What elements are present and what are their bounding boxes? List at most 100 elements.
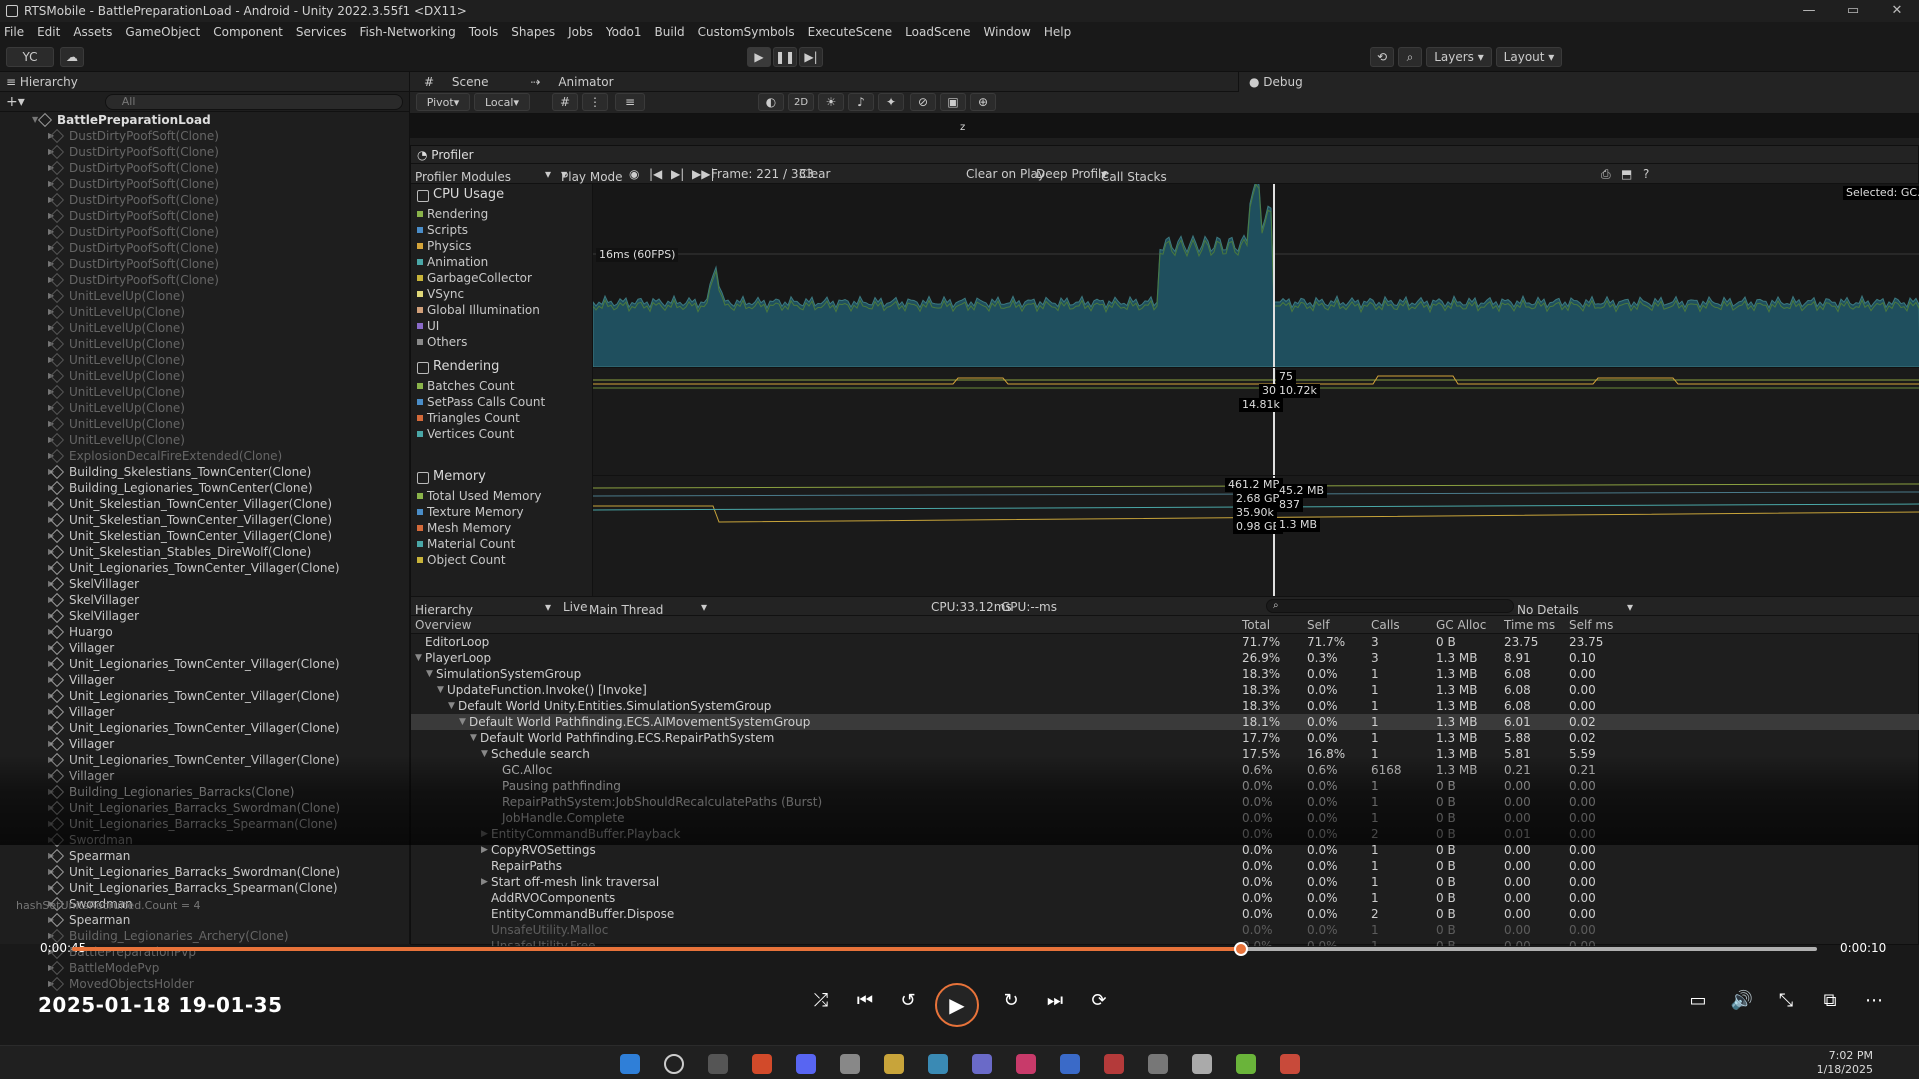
module-series-item[interactable]: Texture Memory bbox=[411, 504, 592, 520]
gizmos-icon[interactable]: ⊕ bbox=[970, 93, 996, 111]
hierarchy-item[interactable]: ▶ UnitLevelUp(Clone) bbox=[0, 304, 409, 320]
task-view-icon[interactable] bbox=[708, 1054, 728, 1074]
sample-row[interactable]: EntityCommandBuffer.Dispose 0.0% 0.0% 2 0 B 0… bbox=[411, 906, 1919, 922]
captions-icon[interactable]: ▭ bbox=[1683, 990, 1713, 1011]
hierarchy-item[interactable]: ▶Unit_Legionaries_TownCenter_Villager(Cl… bbox=[0, 656, 409, 672]
app-icon-7[interactable] bbox=[1236, 1054, 1256, 1074]
sample-row[interactable]: UnsafeUtility.Free 0.0% 0.0% 1 0 B 0.00 0.00 bbox=[411, 938, 1919, 946]
hierarchy-item[interactable]: ▶ Building_Skelestians_TownCenter(Clone) bbox=[0, 464, 409, 480]
sample-row[interactable]: ▼ Default World Unity.Entities.Simulation… bbox=[411, 698, 1919, 714]
hierarchy-item[interactable]: ▶ Building_Legionaries_TownCenter(Clone) bbox=[0, 480, 409, 496]
module-series-item[interactable]: Animation bbox=[411, 254, 592, 270]
module-series-item[interactable]: Mesh Memory bbox=[411, 520, 592, 536]
col-total[interactable]: Total bbox=[1242, 618, 1270, 632]
pause-button[interactable]: ❚❚ bbox=[773, 47, 797, 67]
profiler-tab[interactable]: ◔ Profiler bbox=[411, 146, 1918, 164]
hierarchy-item[interactable]: ▶Unit_Legionaries_TownCenter_Villager(Cl… bbox=[0, 720, 409, 736]
thread-chevron-icon[interactable]: ▾ bbox=[701, 600, 707, 614]
row-expand-icon[interactable]: ▶ bbox=[481, 874, 488, 890]
hierarchy-item[interactable]: ▶Villager bbox=[0, 736, 409, 752]
hierarchy-item[interactable]: ▶ Unit_Skelestian_TownCenter_Villager(Clo… bbox=[0, 496, 409, 512]
row-expand-icon[interactable]: ▼ bbox=[426, 666, 433, 682]
module-rendering[interactable]: Rendering bbox=[411, 356, 592, 378]
camera-icon[interactable]: ▣ bbox=[940, 93, 966, 111]
start-icon[interactable] bbox=[620, 1054, 640, 1074]
module-series-item[interactable]: Others bbox=[411, 334, 592, 350]
module-series-item[interactable]: Global Illumination bbox=[411, 302, 592, 318]
minimize-button[interactable]: — bbox=[1787, 0, 1831, 22]
hierarchy-search-input[interactable]: All bbox=[104, 93, 403, 110]
module-series-item[interactable]: Total Used Memory bbox=[411, 488, 592, 504]
app-icon-5[interactable] bbox=[1104, 1054, 1124, 1074]
maximize-button[interactable]: ▭ bbox=[1831, 0, 1875, 22]
hierarchy-item[interactable]: ▶ DustDirtyPoofSoft(Clone) bbox=[0, 224, 409, 240]
2d-toggle[interactable]: 2D bbox=[788, 93, 814, 111]
rendering-chart[interactable]: 75 30 10.72k 14.81k bbox=[593, 367, 1919, 476]
module-series-item[interactable]: Object Count bbox=[411, 552, 592, 568]
app-icon-1[interactable] bbox=[884, 1054, 904, 1074]
module-series-item[interactable]: Material Count bbox=[411, 536, 592, 552]
local-dropdown[interactable]: Local ▾ bbox=[474, 93, 530, 111]
more-options-icon[interactable]: ⋯ bbox=[1859, 990, 1889, 1011]
snap-icon[interactable]: ⋮ bbox=[582, 93, 608, 111]
menu-customsymbols[interactable]: CustomSymbols bbox=[698, 25, 795, 39]
view-chevron-icon[interactable]: ▾ bbox=[545, 600, 551, 614]
account-button[interactable]: YC bbox=[6, 47, 54, 67]
discord-icon[interactable] bbox=[796, 1054, 816, 1074]
menu-services[interactable]: Services bbox=[296, 25, 347, 39]
hierarchy-item[interactable]: ▶Unit_Legionaries_Barracks_Swordman(Clon… bbox=[0, 864, 409, 880]
sample-row[interactable]: ▼ PlayerLoop 26.9% 0.3% 3 1.3 MB 8.91 0.10 bbox=[411, 650, 1919, 666]
menu-build[interactable]: Build bbox=[655, 25, 685, 39]
module-cpu-usage[interactable]: CPU Usage bbox=[411, 184, 592, 206]
shading-icon[interactable]: ◐ bbox=[758, 93, 784, 111]
volume-icon[interactable]: 🔊 bbox=[1727, 990, 1757, 1011]
taskbar-clock[interactable]: 7:02 PM 1/18/2025 bbox=[1817, 1049, 1873, 1077]
modules-chevron-icon[interactable]: ▾ bbox=[545, 167, 551, 181]
sample-row[interactable]: EditorLoop 71.7% 71.7% 3 0 B 23.75 23.75 bbox=[411, 634, 1919, 650]
play-button[interactable]: ▶ bbox=[747, 47, 771, 67]
layers-dropdown[interactable]: Layers ▾ bbox=[1426, 47, 1492, 67]
minimize-view-icon[interactable]: ⤡ bbox=[1771, 990, 1801, 1011]
memory-chart[interactable]: 461.2 MB 45.2 MB 2.68 GB 837 35.90k 0.98… bbox=[592, 475, 1919, 597]
hierarchy-item[interactable]: ▶Unit_Legionaries_TownCenter_Villager(Cl… bbox=[0, 560, 409, 576]
grid-icon[interactable]: # bbox=[552, 93, 578, 111]
hierarchy-item[interactable]: ▶ BattleModePvp bbox=[0, 960, 409, 976]
hierarchy-item[interactable]: ▶ DustDirtyPoofSoft(Clone) bbox=[0, 160, 409, 176]
clear-on-play-button[interactable]: Clear on Play bbox=[966, 167, 1045, 181]
hierarchy-item[interactable]: ▶Unit_Legionaries_TownCenter_Villager(Cl… bbox=[0, 688, 409, 704]
first-frame-icon[interactable]: |◀ bbox=[649, 167, 662, 181]
search-icon[interactable]: ⌕ bbox=[1398, 47, 1422, 67]
repeat-icon[interactable]: ⟳ bbox=[1084, 990, 1114, 1011]
hierarchy-item[interactable]: ▶ UnitLevelUp(Clone) bbox=[0, 416, 409, 432]
hierarchy-item[interactable]: ▶ DustDirtyPoofSoft(Clone) bbox=[0, 176, 409, 192]
tab-scene[interactable]: # Scene bbox=[410, 75, 516, 89]
menu-fish-networking[interactable]: Fish-Networking bbox=[360, 25, 456, 39]
menu-help[interactable]: Help bbox=[1044, 25, 1071, 39]
module-series-item[interactable]: Batches Count bbox=[411, 378, 592, 394]
hierarchy-tab[interactable]: ≡ Hierarchy bbox=[0, 72, 409, 92]
module-series-item[interactable]: Scripts bbox=[411, 222, 592, 238]
tab-animator[interactable]: ⇢ Animator bbox=[516, 75, 641, 89]
col-overview[interactable]: Overview bbox=[415, 618, 472, 632]
step-button[interactable]: ▶| bbox=[799, 47, 823, 67]
menu-edit[interactable]: Edit bbox=[37, 25, 60, 39]
call-stacks-dropdown[interactable]: Call Stacks ▾ bbox=[1101, 167, 1167, 184]
hierarchy-item[interactable]: ▶ UnitLevelUp(Clone) bbox=[0, 320, 409, 336]
settings-icon[interactable] bbox=[1148, 1054, 1168, 1074]
layout-dropdown[interactable]: Layout ▾ bbox=[1496, 47, 1562, 67]
effects-icon[interactable]: ✦ bbox=[878, 93, 904, 111]
hierarchy-item[interactable]: ▶Unit_Legionaries_Barracks_Spearman(Clon… bbox=[0, 880, 409, 896]
module-series-item[interactable]: Vertices Count bbox=[411, 426, 592, 442]
hierarchy-item[interactable]: ▶ UnitLevelUp(Clone) bbox=[0, 352, 409, 368]
menu-shapes[interactable]: Shapes bbox=[511, 25, 555, 39]
col-self-ms[interactable]: Self ms bbox=[1569, 618, 1613, 632]
menu-assets[interactable]: Assets bbox=[73, 25, 112, 39]
save-icon[interactable]: ⬒ bbox=[1621, 167, 1632, 181]
brave-icon[interactable] bbox=[752, 1054, 772, 1074]
hierarchy-item[interactable]: ▶ Unit_Skelestian_TownCenter_Villager(Clo… bbox=[0, 512, 409, 528]
hierarchy-item[interactable]: ▶ DustDirtyPoofSoft(Clone) bbox=[0, 128, 409, 144]
hierarchy-item[interactable]: ▶Villager bbox=[0, 640, 409, 656]
notepad-icon[interactable] bbox=[1060, 1054, 1080, 1074]
sample-row[interactable]: ▼ UpdateFunction.Invoke() [Invoke] 18.3% 0.… bbox=[411, 682, 1919, 698]
hierarchy-item[interactable]: ▶ UnitLevelUp(Clone) bbox=[0, 336, 409, 352]
